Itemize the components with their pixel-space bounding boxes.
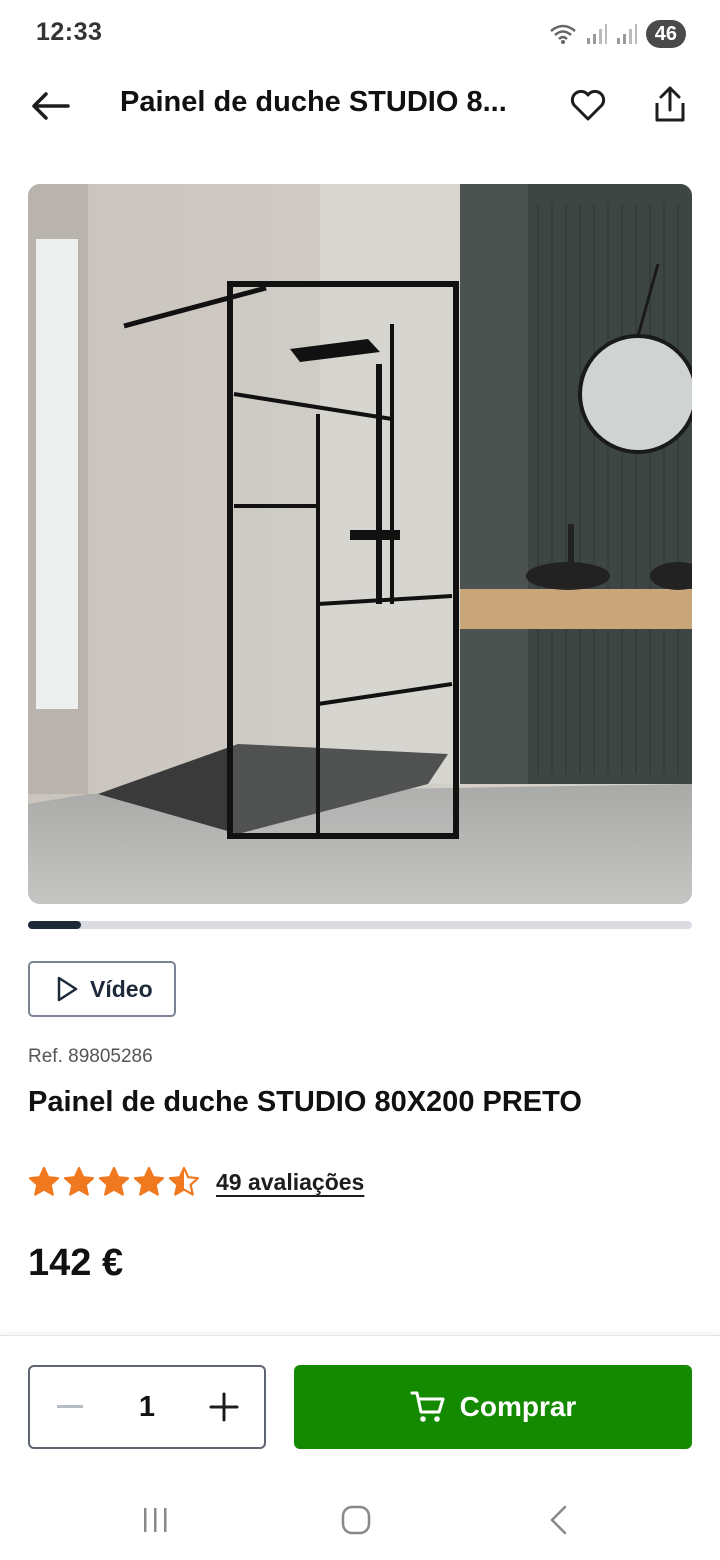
- reviews-link[interactable]: 49 avaliações: [216, 1169, 364, 1196]
- recent-apps-button[interactable]: [125, 1495, 185, 1545]
- wifi-icon: [549, 24, 576, 44]
- favorite-button[interactable]: [566, 84, 610, 128]
- back-button[interactable]: [28, 84, 72, 128]
- rating-stars: [28, 1166, 200, 1198]
- product-title: Painel de duche STUDIO 80X200 PRETO: [28, 1086, 582, 1118]
- recent-apps-icon: [144, 1508, 167, 1532]
- product-ref: Ref. 89805286: [28, 1046, 153, 1067]
- home-icon: [341, 1505, 371, 1535]
- carousel-indicator[interactable]: [28, 921, 692, 929]
- action-bar: 1 Comprar: [0, 1335, 720, 1475]
- battery-icon: 46: [645, 20, 686, 48]
- share-button[interactable]: [648, 82, 692, 126]
- share-icon: [655, 86, 685, 122]
- star-full-icon: [133, 1166, 165, 1196]
- carousel-indicator-active: [28, 921, 82, 929]
- signal-icon: [586, 24, 607, 44]
- quantity-stepper: 1: [28, 1365, 266, 1449]
- product-photo: [28, 184, 692, 904]
- heart-icon: [570, 90, 606, 121]
- star-full-icon: [28, 1166, 60, 1196]
- app-header: Painel de duche STUDIO 8...: [0, 70, 720, 140]
- play-icon: [57, 976, 78, 1002]
- status-icons: 46: [548, 20, 686, 48]
- product-image[interactable]: [28, 184, 692, 904]
- home-button[interactable]: [326, 1495, 386, 1545]
- cart-icon: [410, 1391, 445, 1422]
- video-button[interactable]: Vídeo: [28, 961, 176, 1017]
- status-bar: 12:33 46: [0, 0, 720, 70]
- system-nav-bar: [0, 1475, 720, 1560]
- product-rating: 49 avaliações: [28, 1166, 364, 1198]
- star-full-icon: [63, 1166, 95, 1196]
- buy-button[interactable]: Comprar: [294, 1365, 692, 1449]
- arrow-left-icon: [32, 92, 70, 120]
- quantity-value[interactable]: 1: [110, 1391, 184, 1424]
- star-half-icon: [168, 1166, 200, 1196]
- back-icon: [550, 1505, 567, 1535]
- video-button-label: Vídeo: [90, 975, 153, 1002]
- signal-icon-2: [616, 24, 637, 44]
- quantity-decrease-button[interactable]: [30, 1367, 110, 1447]
- plus-icon: [209, 1392, 239, 1422]
- product-price: 142 €: [28, 1242, 124, 1284]
- status-time: 12:33: [36, 18, 103, 46]
- quantity-increase-button[interactable]: [184, 1367, 264, 1447]
- star-full-icon: [98, 1166, 130, 1196]
- system-back-button[interactable]: [528, 1495, 588, 1545]
- buy-button-label: Comprar: [459, 1391, 577, 1422]
- minus-icon: [57, 1405, 83, 1408]
- page-title: Painel de duche STUDIO 8...: [120, 86, 507, 118]
